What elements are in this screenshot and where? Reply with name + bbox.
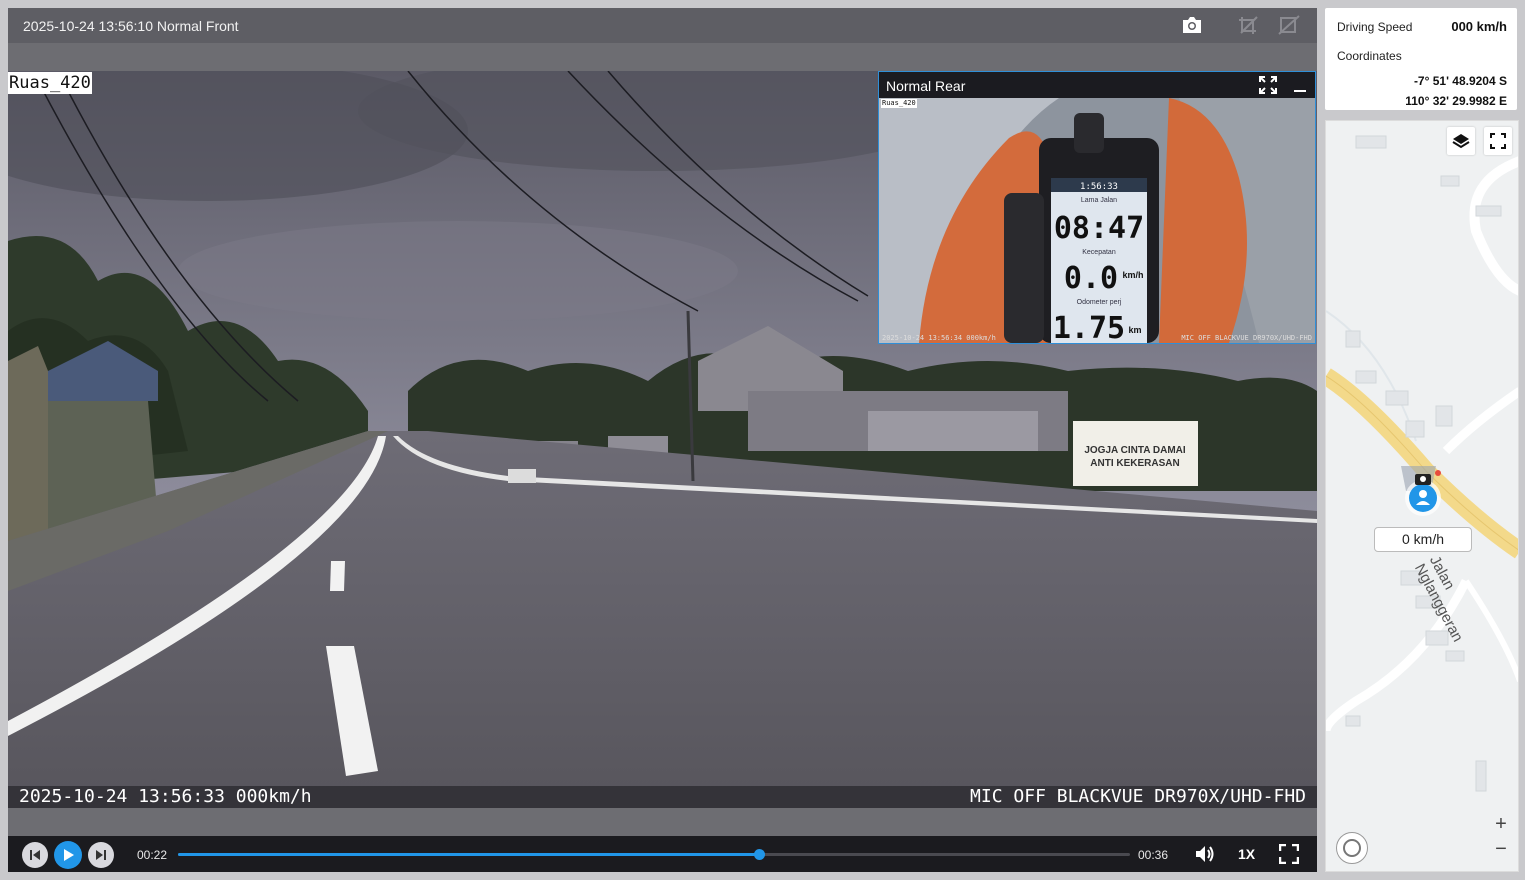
volume-icon[interactable] [1194, 844, 1216, 869]
rear-camera-frame: 1:56:33 Lama Jalan 08:47 Kecepatan 0.0 k… [879, 98, 1315, 343]
zoom-in-button[interactable]: + [1486, 813, 1516, 836]
osd-timestamp: 2025-10-24 13:56:33 000km/h [19, 786, 312, 807]
front-osd: 2025-10-24 13:56:33 000km/h MIC OFF BLAC… [8, 786, 1317, 808]
latitude-value: -7° 51' 48.9204 S [1413, 74, 1507, 88]
driving-speed-label: Driving Speed [1337, 20, 1413, 34]
fullscreen-icon[interactable] [1278, 843, 1300, 869]
rear-osd: 2025-10-24 13:56:34 000km/h MIC OFF BLAC… [879, 334, 1315, 343]
banner-line-1: JOGJA CINTA DAMAI [1084, 445, 1186, 456]
front-video[interactable]: JOGJA CINTA DAMAI ANTI KEKERASAN Ruas_42… [8, 71, 1317, 808]
video-title: 2025-10-24 13:56:10 Normal Front [23, 18, 239, 34]
seek-bar[interactable] [178, 849, 1130, 860]
camera-icon[interactable] [1180, 14, 1204, 36]
device-time-value: 08:47 [1054, 211, 1144, 246]
current-time: 00:22 [137, 848, 168, 862]
map-canvas [1326, 135, 1518, 792]
drive-info-panel: Driving Speed 000 km/h Coordinates -7° 5… [1325, 8, 1517, 110]
rear-title: Normal Rear [886, 78, 966, 94]
playback-rate[interactable]: 1X [1238, 846, 1255, 862]
device-speed-unit: km/h [1122, 270, 1143, 280]
next-icon[interactable] [88, 842, 114, 868]
seek-bar-handle[interactable] [753, 849, 765, 860]
rear-scene: 1:56:33 Lama Jalan 08:47 Kecepatan 0.0 k… [879, 98, 1315, 343]
play-icon[interactable] [54, 841, 82, 869]
device-speed-label: Kecepatan [1082, 249, 1116, 256]
coordinates-label: Coordinates [1337, 49, 1402, 63]
map-fullscreen-icon[interactable] [1484, 127, 1512, 155]
crop-off-icon[interactable] [1277, 14, 1301, 36]
device-distance-label: Odometer perj [1077, 299, 1122, 306]
driving-speed-value: 000 km/h [1451, 19, 1507, 34]
prev-icon[interactable] [22, 842, 48, 868]
player-header: 2025-10-24 13:56:10 Normal Front [8, 8, 1317, 43]
compass-icon[interactable] [1336, 832, 1368, 864]
longitude-value: 110° 32' 29.9982 E [1405, 94, 1507, 108]
header-band [8, 43, 1317, 71]
device-clock: 1:56:33 [1080, 182, 1118, 192]
playback-controls: 00:22 00:36 1X [8, 836, 1317, 872]
map-speed-tag: 0 km/h [1374, 527, 1472, 552]
map-panel[interactable]: Jalan Nglanggeran 0 km/h + − [1325, 120, 1519, 872]
zoom-out-button[interactable]: − [1486, 838, 1516, 861]
rear-overlay-label: Ruas_420 [881, 99, 917, 108]
expand-icon[interactable] [1259, 76, 1277, 97]
seek-bar-fill [178, 853, 759, 856]
total-time: 00:36 [1138, 848, 1169, 862]
rear-video-pip[interactable]: Normal Rear 1:56:33 Lama Jalan 08:47 Kec… [878, 71, 1316, 344]
layers-icon[interactable] [1447, 127, 1475, 155]
banner-line-2: ANTI KEKERASAN [1090, 458, 1179, 469]
minimize-icon[interactable] [1293, 76, 1307, 97]
device-time-label: Lama Jalan [1081, 197, 1117, 204]
osd-device: MIC OFF BLACKVUE DR970X/UHD-FHD [970, 786, 1306, 807]
footer-band [8, 808, 1317, 836]
crop-icon[interactable] [1237, 14, 1261, 36]
rear-header: Normal Rear [879, 72, 1315, 98]
rear-osd-right: MIC OFF BLACKVUE DR970X/UHD-FHD [1181, 334, 1312, 342]
video-player: 2025-10-24 13:56:10 Normal Front JOGJA C… [8, 8, 1317, 872]
device-speed-value: 0.0 [1064, 261, 1118, 296]
rear-osd-left: 2025-10-24 13:56:34 000km/h [882, 334, 996, 342]
front-overlay-label: Ruas_420 [8, 72, 92, 94]
